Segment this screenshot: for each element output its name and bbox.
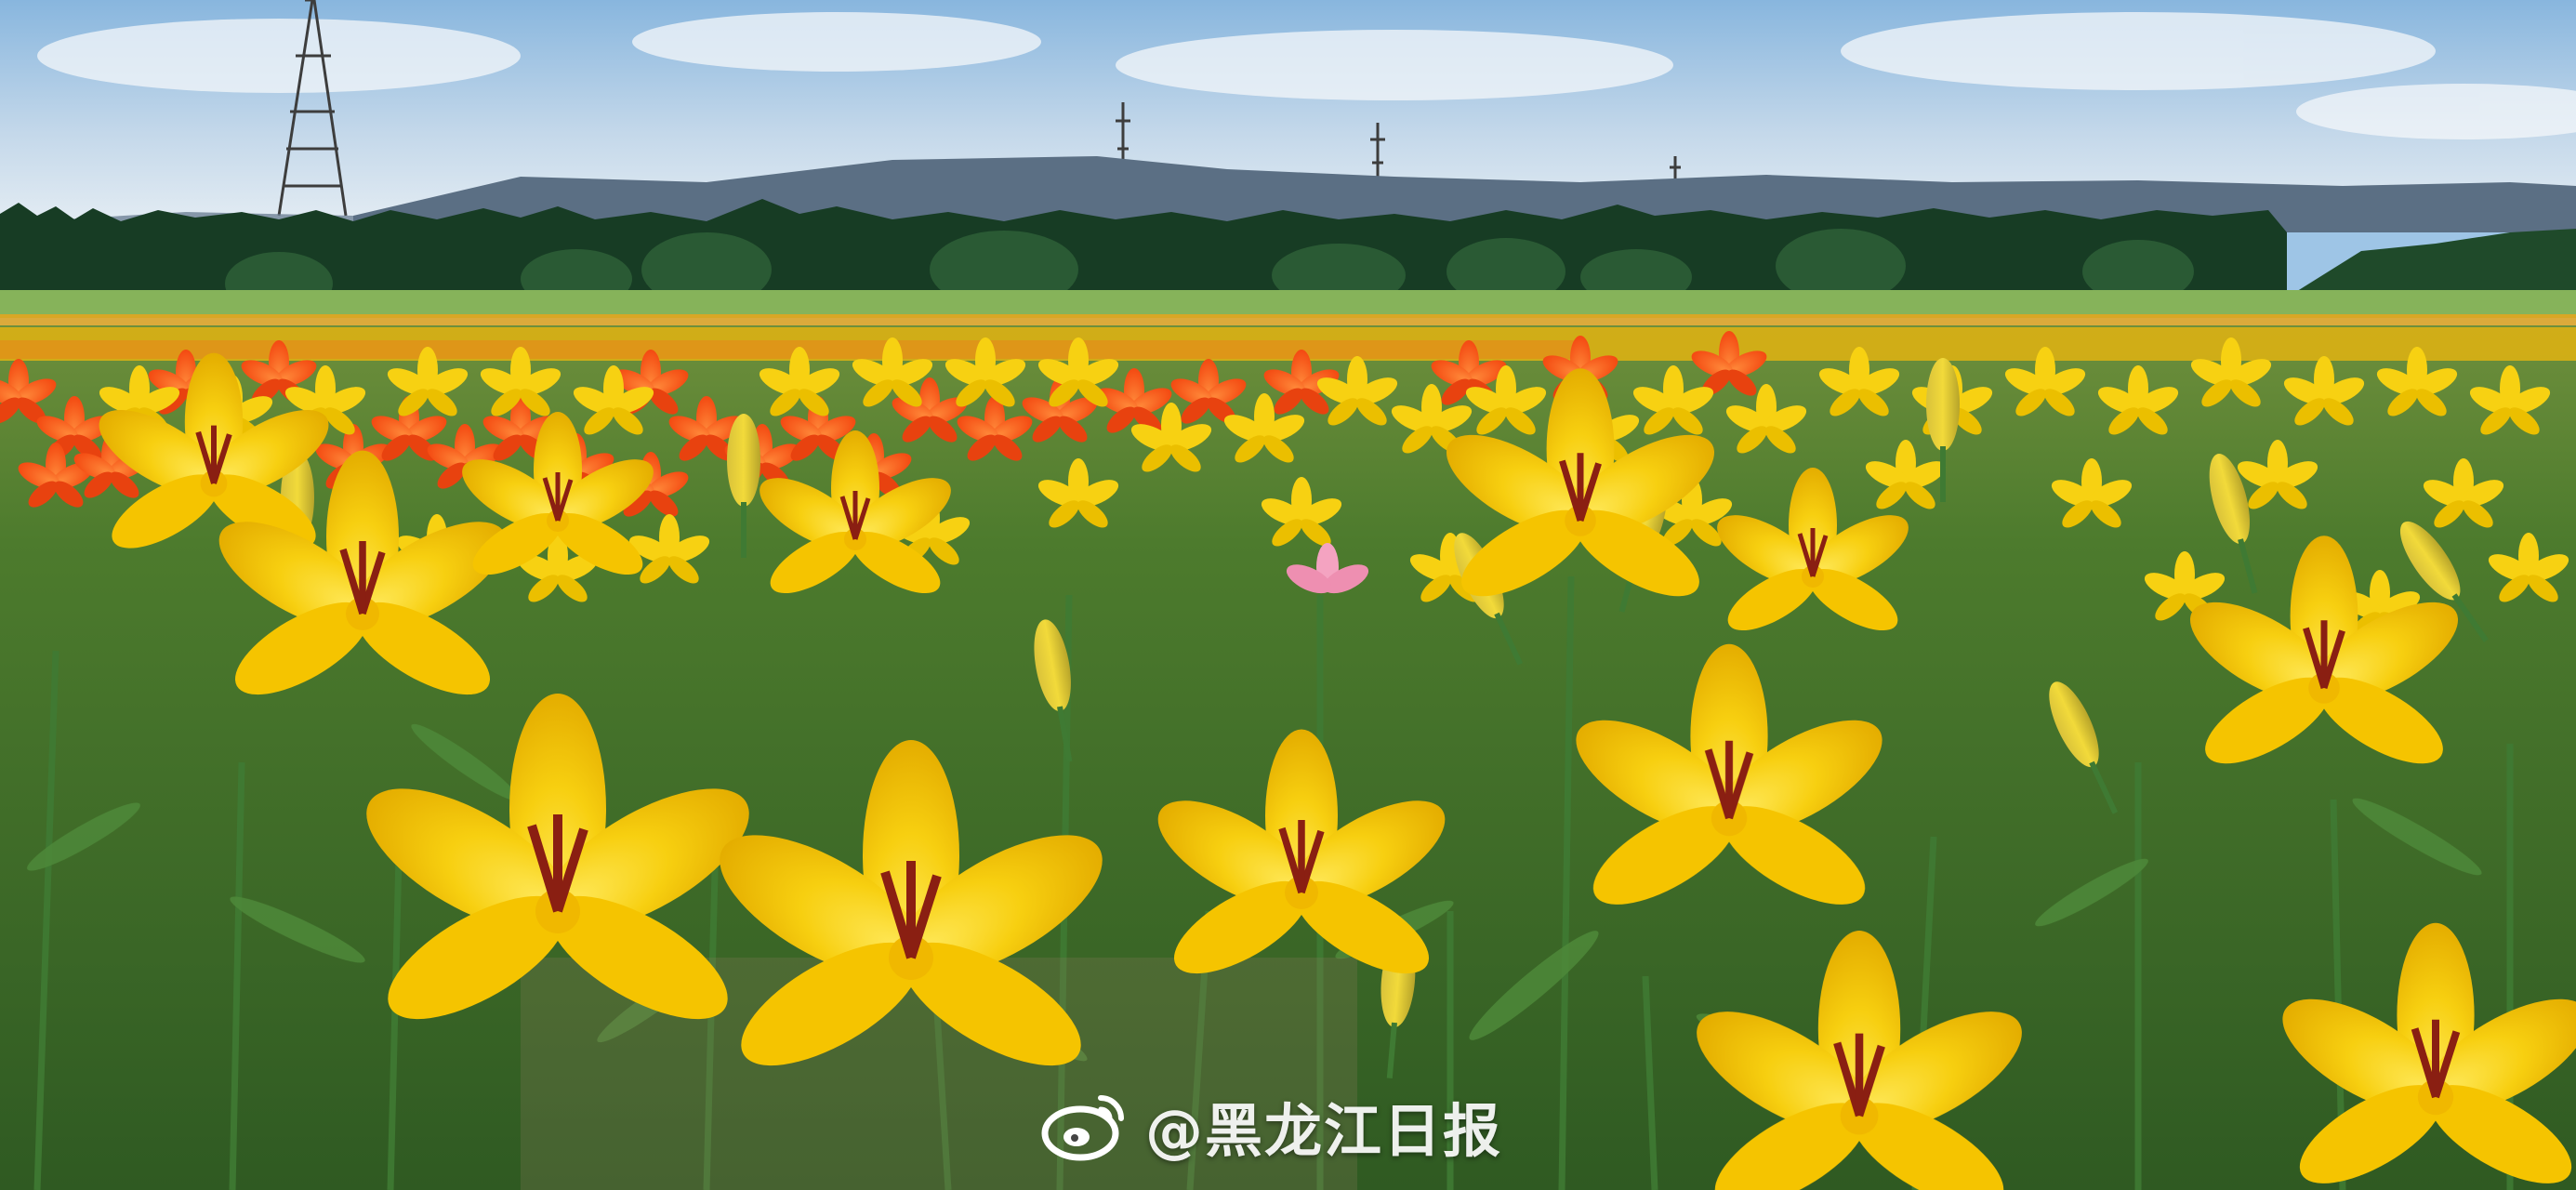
meadow <box>0 290 2576 318</box>
lily-field-photo <box>0 0 2576 1190</box>
weibo-watermark: @黑龙江日报 <box>1039 1084 1502 1168</box>
weibo-icon <box>1041 1095 1124 1161</box>
watermark-text: @黑龙江日报 <box>1145 1097 1503 1165</box>
distant-lilies <box>0 327 2576 361</box>
